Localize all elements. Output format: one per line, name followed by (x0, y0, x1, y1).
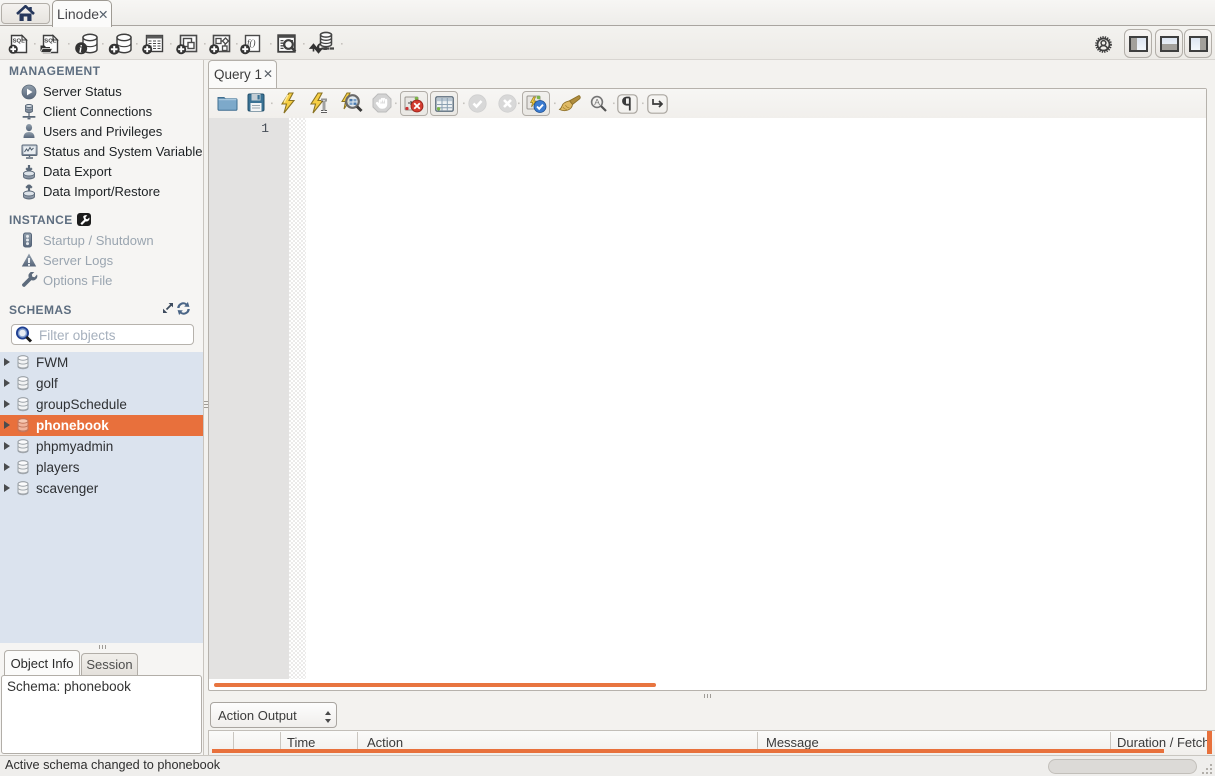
svg-text:A: A (594, 97, 600, 107)
